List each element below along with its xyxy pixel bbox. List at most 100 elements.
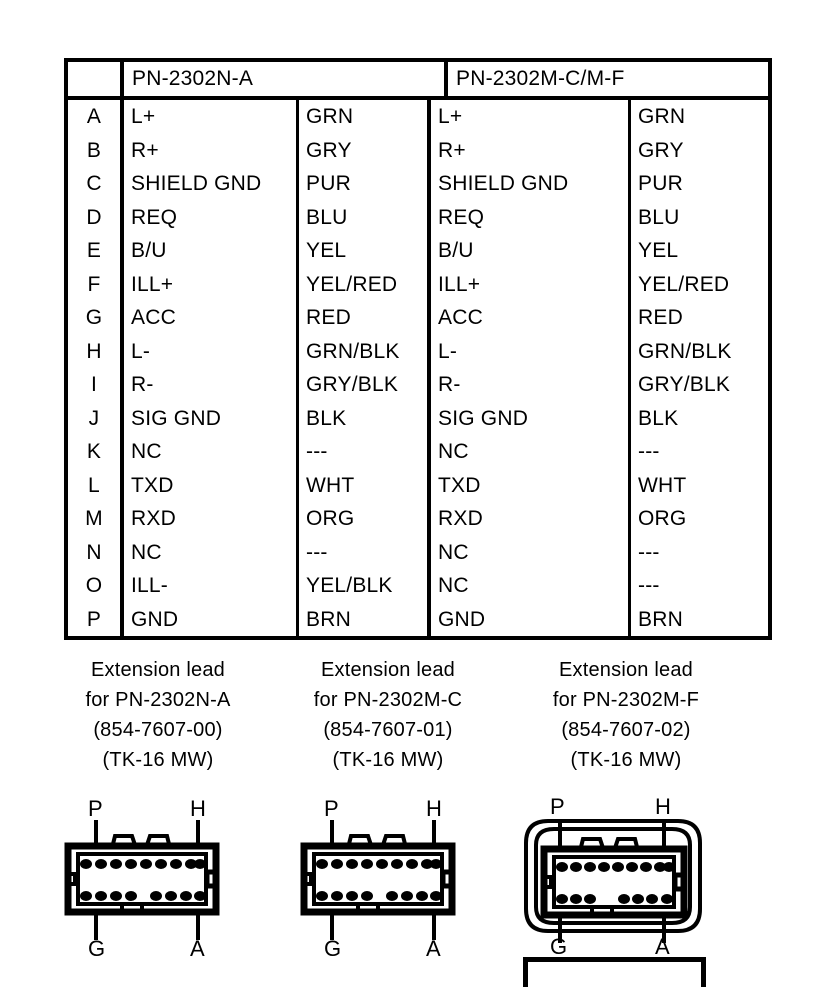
table-cell: R-	[438, 373, 461, 396]
column-wirecolor-pn2302n-a: GRN GRY PUR BLU YEL YEL/RED RED GRN/BLK …	[299, 100, 431, 636]
table-cell: TXD	[131, 473, 174, 497]
table-cell: NC	[438, 540, 469, 564]
table-cell: GND	[131, 607, 179, 631]
caption-extension-lead-1: Extension lead for PN-2302N-A (854-7607-…	[44, 655, 272, 775]
table-cell: REQ	[438, 205, 485, 229]
pin-label-g: G	[324, 936, 342, 961]
table-cell: RED	[638, 306, 683, 329]
caption-line: for PN-2302M-C	[313, 689, 463, 711]
table-cell: GND	[438, 607, 486, 631]
table-cell: PUR	[638, 172, 683, 195]
caption-line: (854-7607-00)	[93, 719, 223, 741]
table-cell: ---	[306, 440, 328, 463]
table-cell: SIG GND	[438, 406, 529, 430]
pin-label-g: G	[550, 934, 568, 959]
table-cell: L-	[131, 339, 151, 363]
table-cell: C	[86, 172, 102, 195]
table-cell: ORG	[638, 507, 687, 530]
table-cell: K	[86, 440, 102, 463]
table-cell: J	[88, 406, 100, 430]
table-cell: BLU	[638, 205, 680, 229]
column-wirecolor-pn2302m: GRN GRY PUR BLU YEL YEL/RED RED GRN/BLK …	[631, 100, 768, 636]
table-cell: NC	[438, 574, 469, 597]
table-cell: BLU	[306, 205, 348, 229]
caption-line: for PN-2302M-F	[552, 689, 700, 711]
bottom-box-fragment	[523, 957, 706, 987]
column-signal-pn2302m: L+ R+ SHIELD GND REQ B/U ILL+ ACC L- R- …	[431, 100, 631, 636]
table-cell: BLK	[638, 406, 679, 430]
pin-label-p: P	[324, 796, 339, 821]
header-cell-blank	[68, 62, 124, 96]
table-cell: GRN/BLK	[306, 339, 400, 363]
table-cell: BRN	[306, 607, 351, 631]
table-cell: ---	[638, 440, 660, 463]
table-cell: R+	[131, 138, 159, 162]
table-cell: R+	[438, 138, 466, 162]
table-cell: RXD	[438, 507, 483, 530]
table-cell: A	[86, 105, 102, 128]
table-cell: YEL/BLK	[306, 574, 393, 597]
table-cell: ILL+	[131, 272, 174, 296]
table-cell: ---	[638, 540, 660, 564]
caption-line: Extension lead	[320, 659, 455, 681]
pin-label-h: H	[655, 794, 671, 819]
connector-diagram-2: P H G A	[296, 798, 528, 964]
column-signal-pn2302n-a: L+ R+ SHIELD GND REQ B/U ILL+ ACC L- R- …	[124, 100, 299, 636]
caption-line: Extension lead	[90, 659, 225, 681]
table-cell: ACC	[131, 306, 176, 329]
table-cell: M	[85, 507, 103, 530]
table-cell: GRN	[306, 105, 354, 128]
table-cell: BLK	[306, 406, 347, 430]
pin-label-a: A	[190, 936, 205, 961]
table-cell: REQ	[131, 205, 178, 229]
table-cell: RED	[306, 306, 351, 329]
caption-line: (TK-16 MW)	[332, 749, 444, 771]
table-cell: R-	[131, 373, 154, 396]
table-cell: O	[85, 574, 103, 597]
caption-line: for PN-2302N-A	[85, 689, 231, 711]
table-cell: WHT	[638, 473, 687, 497]
table-cell: D	[86, 205, 102, 229]
caption-line: (854-7607-01)	[323, 719, 453, 741]
table-cell: ---	[306, 540, 328, 564]
table-cell: ILL-	[131, 574, 168, 597]
caption-extension-lead-3: Extension lead for PN-2302M-F (854-7607-…	[512, 655, 740, 775]
pin-label-p: P	[550, 794, 565, 819]
table-cell: WHT	[306, 473, 355, 497]
table-cell: ORG	[306, 507, 355, 530]
connector-diagram-1: P H G A	[60, 798, 292, 964]
table-cell: E	[86, 239, 102, 262]
table-cell: BRN	[638, 607, 683, 631]
column-pin-letters: A B C D E F G H I J K L M N O P	[68, 100, 124, 636]
header-cell-group-a: PN-2302N-A	[132, 67, 254, 90]
table-cell: B/U	[131, 239, 167, 262]
caption-extension-lead-2: Extension lead for PN-2302M-C (854-7607-…	[274, 655, 502, 775]
caption-line: (TK-16 MW)	[102, 749, 214, 771]
table-cell: GRN/BLK	[638, 339, 732, 363]
table-cell: NC	[438, 440, 469, 463]
table-cell: ACC	[438, 306, 483, 329]
pin-label-g: G	[88, 936, 106, 961]
pin-label-h: H	[426, 796, 442, 821]
table-cell: SHIELD GND	[131, 172, 262, 195]
pin-label-h: H	[190, 796, 206, 821]
caption-line: Extension lead	[558, 659, 693, 681]
table-cell: ---	[638, 574, 660, 597]
table-cell: GRY	[306, 138, 352, 162]
table-cell: G	[85, 306, 103, 329]
table-cell: YEL	[306, 239, 347, 262]
table-cell: B/U	[438, 239, 474, 262]
table-body: A B C D E F G H I J K L M N O P L+ R+ SH…	[68, 100, 768, 636]
table-header-row: PN-2302N-A PN-2302M-C/M-F	[68, 62, 768, 100]
table-cell: L+	[438, 105, 463, 128]
table-cell: L-	[438, 339, 458, 363]
table-cell: TXD	[438, 473, 481, 497]
table-cell: SIG GND	[131, 406, 222, 430]
table-cell: GRY/BLK	[638, 373, 731, 396]
pin-label-a: A	[655, 934, 670, 959]
caption-line: (TK-16 MW)	[570, 749, 682, 771]
table-cell: F	[87, 272, 101, 296]
table-cell: GRY/BLK	[306, 373, 399, 396]
table-cell: GRY	[638, 138, 684, 162]
connector-diagram-3: P H G A	[512, 793, 762, 968]
